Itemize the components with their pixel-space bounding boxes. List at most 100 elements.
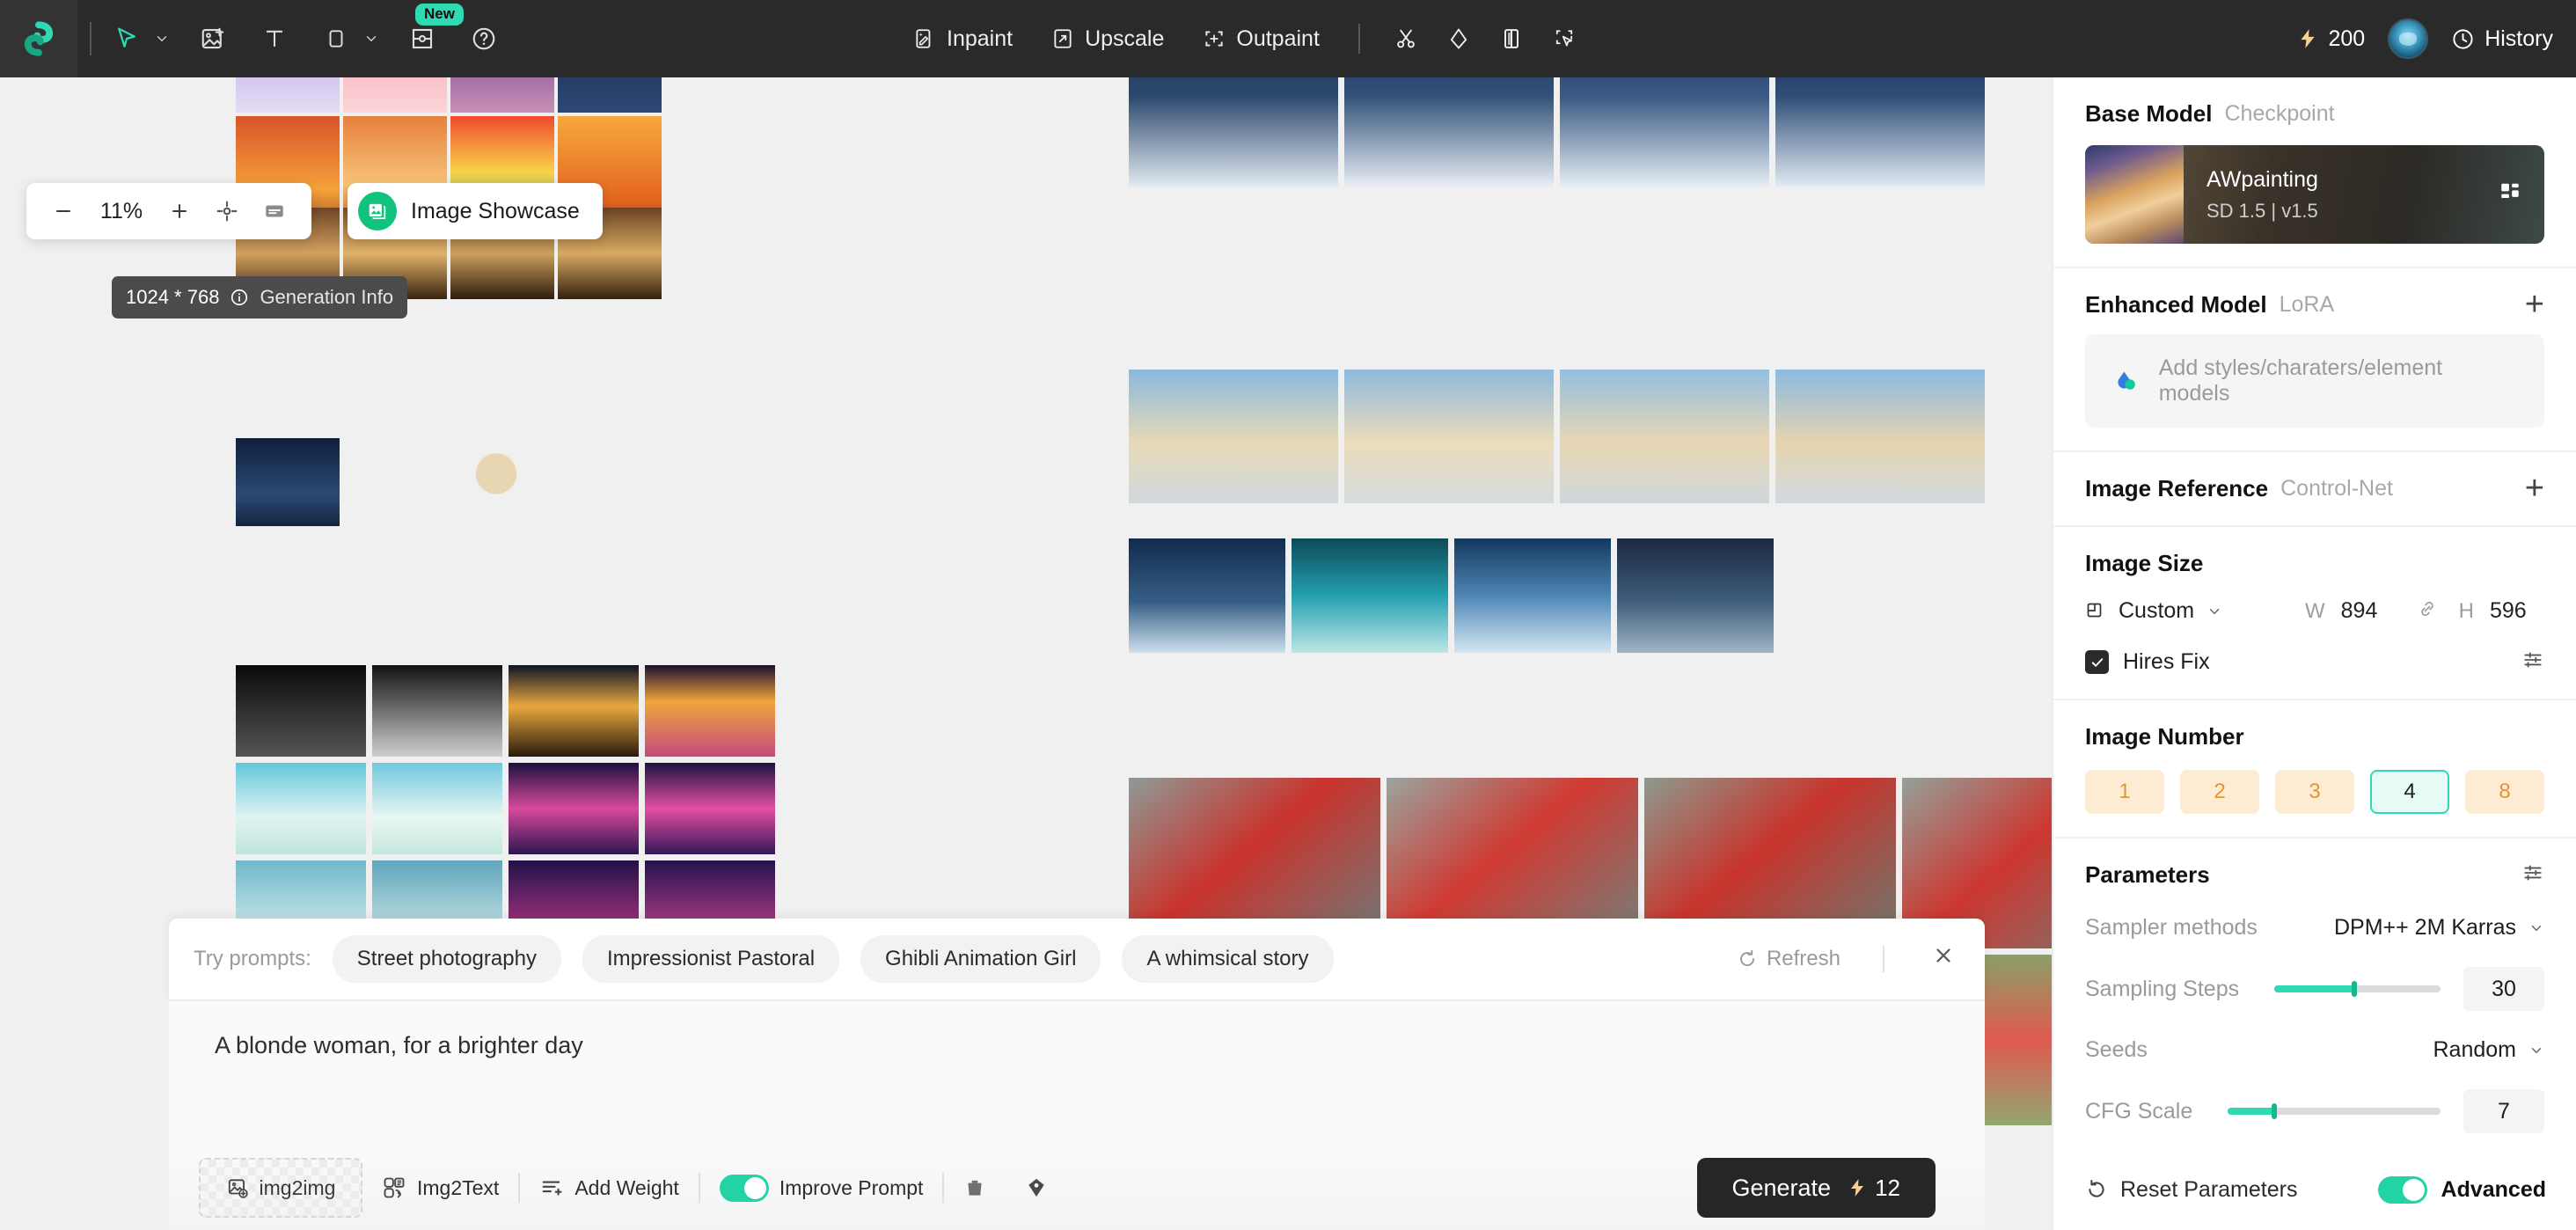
close-try-prompts-button[interactable]: [1927, 944, 1960, 974]
thumbnail[interactable]: [1560, 77, 1769, 187]
select-tool-caret[interactable]: [150, 16, 174, 62]
prompt-chip-street-photography[interactable]: Street photography: [332, 935, 561, 983]
cfg-scale-slider[interactable]: [2228, 1103, 2441, 1119]
thumbnail[interactable]: [236, 77, 340, 113]
image-number-option-3[interactable]: 3: [2275, 770, 2354, 814]
credits-button[interactable]: 200: [2296, 26, 2365, 52]
prompt-settings-button[interactable]: [1006, 1176, 1067, 1199]
outpaint-button[interactable]: Outpaint: [1187, 18, 1336, 61]
image-number-option-1[interactable]: 1: [2085, 770, 2164, 814]
clear-prompt-button[interactable]: [944, 1176, 1006, 1199]
cut-button[interactable]: [1383, 16, 1429, 62]
parameters-settings-button[interactable]: [2521, 861, 2544, 889]
add-controlnet-button[interactable]: +: [2525, 472, 2544, 505]
generate-button[interactable]: Generate 12: [1696, 1158, 1936, 1218]
prompt-input[interactable]: A blonde woman, for a brighter day: [169, 1001, 1985, 1146]
shape-tool-caret[interactable]: [359, 16, 384, 62]
advanced-switch[interactable]: [2377, 1175, 2427, 1204]
thumbnail[interactable]: [1129, 370, 1338, 503]
thumbnail[interactable]: [372, 665, 502, 757]
image-number-option-8[interactable]: 8: [2465, 770, 2544, 814]
thumbnail[interactable]: [1617, 538, 1774, 653]
image-number-option-2[interactable]: 2: [2180, 770, 2259, 814]
thumbnail[interactable]: [1775, 77, 1985, 187]
thumbnail[interactable]: [1129, 77, 1338, 187]
zoom-in-button[interactable]: [158, 190, 201, 232]
thumbnail[interactable]: [450, 77, 554, 113]
cfg-scale-value[interactable]: 7: [2463, 1089, 2544, 1133]
thumbnail[interactable]: [343, 77, 447, 113]
img2text-button[interactable]: Img2Text: [362, 1175, 518, 1200]
history-button[interactable]: History: [2451, 26, 2553, 52]
sampling-steps-value[interactable]: 30: [2463, 967, 2544, 1011]
prompt-chip-whimsical-story[interactable]: A whimsical story: [1122, 935, 1334, 983]
height-value[interactable]: 596: [2490, 598, 2544, 624]
thumbnail[interactable]: [236, 763, 366, 854]
thumbnail-cartoon-boy[interactable]: [440, 429, 553, 535]
image-group-blonde-woman[interactable]: [1129, 370, 1985, 503]
toggle-panel-button[interactable]: [253, 190, 296, 232]
base-model-card[interactable]: AWpainting SD 1.5 | v1.5: [2085, 145, 2544, 244]
select-tool[interactable]: [104, 16, 150, 62]
link-icon[interactable]: [2417, 598, 2438, 624]
thumbnail[interactable]: [372, 763, 502, 854]
thumbnail[interactable]: [236, 665, 366, 757]
zoom-out-button[interactable]: [42, 190, 84, 232]
reset-parameters-button[interactable]: Reset Parameters: [2085, 1177, 2297, 1203]
thumbnail[interactable]: [645, 665, 775, 757]
image-showcase-button[interactable]: Image Showcase: [348, 183, 603, 239]
image-group-dogs-cars[interactable]: [1129, 538, 1774, 653]
zoom-level[interactable]: 11%: [90, 199, 153, 224]
sampling-steps-slider[interactable]: [2274, 981, 2441, 997]
eraser-button[interactable]: [1436, 16, 1482, 62]
prompt-chip-ghibli-animation-girl[interactable]: Ghibli Animation Girl: [860, 935, 1101, 983]
shape-tool[interactable]: [313, 16, 359, 62]
improve-prompt-toggle[interactable]: Improve Prompt: [700, 1174, 943, 1202]
thumbnail[interactable]: [1454, 538, 1611, 653]
grid-squares-icon[interactable]: [2499, 181, 2521, 209]
select-region-button[interactable]: [1541, 16, 1587, 62]
upscale-button[interactable]: Upscale: [1036, 18, 1180, 61]
thumbnail[interactable]: [1775, 370, 1985, 503]
thumbnail[interactable]: [645, 763, 775, 854]
thumbnail[interactable]: [558, 77, 662, 113]
refresh-prompts-button[interactable]: Refresh: [1737, 947, 1841, 971]
thumbnail[interactable]: [1129, 538, 1285, 653]
thumbnail[interactable]: [509, 763, 639, 854]
frame-tool[interactable]: New: [399, 4, 464, 62]
size-preset-select[interactable]: Custom: [2085, 598, 2222, 624]
compare-button[interactable]: [1489, 16, 1534, 62]
add-image-tool[interactable]: [190, 16, 236, 62]
eraser-icon: [1450, 28, 1467, 49]
hires-fix-checkbox[interactable]: [2085, 650, 2109, 674]
image-number-option-4[interactable]: 4: [2370, 770, 2449, 814]
image-group-fireworks[interactable]: [236, 665, 775, 952]
text-tool[interactable]: [252, 16, 297, 62]
thumbnail[interactable]: [1344, 77, 1554, 187]
sampler-method-select[interactable]: DPM++ 2M Karras: [2334, 915, 2544, 941]
toggle-knob: [2402, 1178, 2425, 1201]
thumbnail[interactable]: [1344, 370, 1554, 503]
add-lora-button[interactable]: +: [2525, 288, 2544, 321]
generation-info-chip[interactable]: 1024 * 768 Generation Info: [112, 276, 408, 318]
user-avatar[interactable]: [2388, 18, 2429, 59]
improve-prompt-switch[interactable]: [719, 1174, 769, 1202]
thumbnail[interactable]: [509, 665, 639, 757]
add-lora-placeholder[interactable]: Add styles/charaters/element models: [2085, 334, 2544, 428]
thumbnail[interactable]: [1560, 370, 1769, 503]
recenter-button[interactable]: [206, 190, 248, 232]
help-tool[interactable]: [461, 16, 507, 62]
width-value[interactable]: 894: [2341, 598, 2396, 624]
thumbnail-night-city[interactable]: [236, 438, 340, 526]
seeds-select[interactable]: Random: [2433, 1037, 2545, 1063]
hires-settings-button[interactable]: [2521, 648, 2544, 676]
img2img-button[interactable]: img2img: [199, 1158, 362, 1218]
image-group-christmas[interactable]: [1129, 77, 1985, 187]
recenter-target-icon: [216, 201, 238, 222]
inpaint-button[interactable]: Inpaint: [897, 18, 1028, 61]
app-logo[interactable]: [0, 0, 77, 77]
add-weight-button[interactable]: Add Weight: [520, 1175, 698, 1200]
prompt-chip-impressionist-pastoral[interactable]: Impressionist Pastoral: [582, 935, 840, 983]
width-label: W: [2305, 598, 2325, 623]
thumbnail[interactable]: [1292, 538, 1448, 653]
